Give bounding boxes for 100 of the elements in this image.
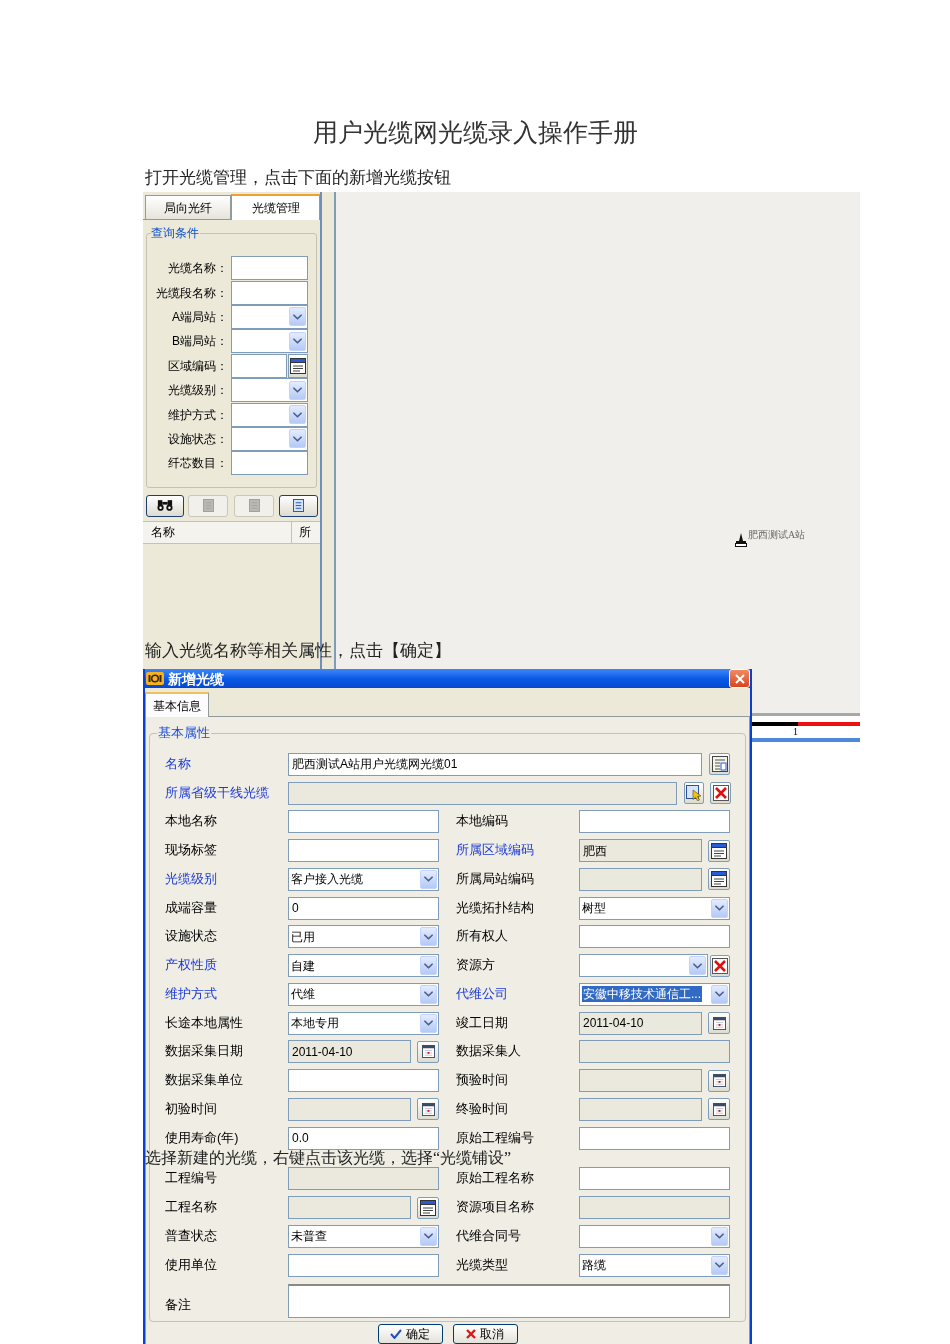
input-field[interactable] <box>579 810 730 834</box>
dropdown-field[interactable]: 本地专用 <box>288 1011 439 1035</box>
dropdown-field[interactable] <box>231 304 308 329</box>
input-field[interactable] <box>288 1097 411 1121</box>
picker-button[interactable] <box>708 839 730 862</box>
input-field[interactable]: 肥西 <box>579 839 702 863</box>
dropdown-field[interactable]: 客户接入光缆 <box>288 867 439 891</box>
map-canvas[interactable] <box>336 192 860 713</box>
ok-button[interactable]: 确定 <box>377 1323 443 1344</box>
field-label: 原始工程编号 <box>456 1130 534 1146</box>
column-header[interactable]: 所 <box>292 521 320 543</box>
dropdown-field[interactable] <box>579 954 708 978</box>
cancel-button[interactable]: 取消 <box>452 1323 518 1344</box>
input-field[interactable] <box>231 280 308 305</box>
dropdown-button[interactable] <box>289 380 306 400</box>
input-field[interactable] <box>579 1126 730 1150</box>
field-label: 数据采集单位 <box>165 1073 243 1089</box>
input-field[interactable]: 0 <box>288 896 439 920</box>
dropdown-button[interactable] <box>420 1226 437 1246</box>
input-field[interactable] <box>231 451 308 476</box>
input-field[interactable] <box>288 1196 411 1220</box>
dropdown-field[interactable]: 树型 <box>579 896 730 920</box>
tab[interactable]: 局向光纤 <box>145 195 231 219</box>
dropdown-button[interactable] <box>420 927 437 947</box>
input-field[interactable] <box>231 353 287 378</box>
field-label: 设施状态 <box>165 929 217 945</box>
input-field[interactable] <box>579 1167 730 1191</box>
input-field[interactable] <box>579 867 702 891</box>
dropdown-field[interactable] <box>579 1224 730 1248</box>
input-field[interactable] <box>288 810 439 834</box>
text-area[interactable] <box>288 1283 730 1318</box>
picker-button[interactable] <box>417 1196 439 1219</box>
input-field[interactable]: 2011-04-10 <box>288 1040 411 1064</box>
picker-button[interactable] <box>708 868 730 891</box>
dropdown-button[interactable] <box>711 1255 728 1275</box>
input-field[interactable] <box>288 1253 439 1277</box>
input-field[interactable] <box>579 1097 702 1121</box>
dropdown-button[interactable] <box>420 984 437 1004</box>
dropdown-button[interactable] <box>711 1226 728 1246</box>
delete-button[interactable] <box>710 782 731 805</box>
input-field[interactable] <box>288 1167 439 1191</box>
input-field[interactable] <box>579 1040 730 1064</box>
calendar-button[interactable] <box>417 1040 439 1063</box>
input-field[interactable] <box>288 839 439 863</box>
calendar-button[interactable] <box>708 1098 730 1121</box>
picker-button[interactable] <box>709 753 730 776</box>
field-label: 所属省级干线光缆 <box>165 785 269 801</box>
delete-button[interactable] <box>710 954 730 977</box>
dropdown-field[interactable]: 代维 <box>288 982 439 1006</box>
dropdown-field[interactable]: 已用 <box>288 925 439 949</box>
document-icon <box>202 499 214 512</box>
field-label: A端局站： <box>172 309 228 324</box>
calendar-button[interactable] <box>417 1098 439 1121</box>
dropdown-button[interactable] <box>420 1013 437 1033</box>
calendar-button[interactable] <box>708 1012 730 1035</box>
field-label: 所属局站编码 <box>456 871 534 887</box>
chevron-down-icon <box>715 1233 724 1240</box>
tab[interactable]: 基本信息 <box>145 692 209 717</box>
input-field[interactable] <box>288 781 677 805</box>
input-field[interactable] <box>579 1196 730 1220</box>
column-header[interactable]: 名称 <box>143 521 292 543</box>
cross-icon <box>712 957 728 974</box>
dropdown-field[interactable] <box>231 329 308 354</box>
field-label: 使用单位 <box>165 1257 217 1273</box>
close-button[interactable] <box>729 669 750 688</box>
dropdown-button[interactable] <box>711 898 728 918</box>
check-icon <box>390 1328 402 1339</box>
dropdown-field[interactable]: 自建 <box>288 954 439 978</box>
tab[interactable]: 光缆管理 <box>231 194 320 220</box>
input-field[interactable] <box>579 925 730 949</box>
dropdown-button[interactable] <box>289 331 306 351</box>
dropdown-field[interactable]: 路缆 <box>579 1253 730 1277</box>
field-label: 普查状态 <box>165 1228 217 1244</box>
dropdown-field[interactable] <box>231 426 308 451</box>
field-label: 本地名称 <box>165 814 217 830</box>
toolbar-button[interactable] <box>146 494 184 517</box>
calendar-icon <box>712 1074 726 1088</box>
input-field[interactable]: 肥西测试A站用户光缆网光缆01 <box>288 752 702 776</box>
toolbar-button[interactable] <box>279 494 318 517</box>
dropdown-field[interactable]: 未普查 <box>288 1224 439 1248</box>
picker-button[interactable] <box>288 353 308 378</box>
dropdown-button[interactable] <box>420 956 437 976</box>
form-icon <box>420 1199 436 1216</box>
dropdown-button[interactable] <box>289 307 306 327</box>
input-field[interactable]: 2011-04-10 <box>579 1011 702 1035</box>
input-field[interactable]: 0.0 <box>288 1126 439 1150</box>
lookup-button[interactable] <box>684 782 704 805</box>
dropdown-button[interactable] <box>289 405 306 425</box>
input-field[interactable] <box>231 256 308 281</box>
dropdown-button[interactable] <box>420 869 437 889</box>
dropdown-button[interactable] <box>289 429 306 449</box>
calendar-button[interactable] <box>708 1069 730 1092</box>
dropdown-button[interactable] <box>689 956 706 976</box>
dropdown-field[interactable]: 安徽中移技术通信工... <box>579 982 730 1006</box>
dropdown-field[interactable] <box>231 402 308 427</box>
input-field[interactable] <box>288 1069 439 1093</box>
dropdown-field[interactable] <box>231 378 308 403</box>
dropdown-button[interactable] <box>711 984 728 1004</box>
field-label: 工程编号 <box>165 1171 217 1187</box>
input-field[interactable] <box>579 1069 702 1093</box>
